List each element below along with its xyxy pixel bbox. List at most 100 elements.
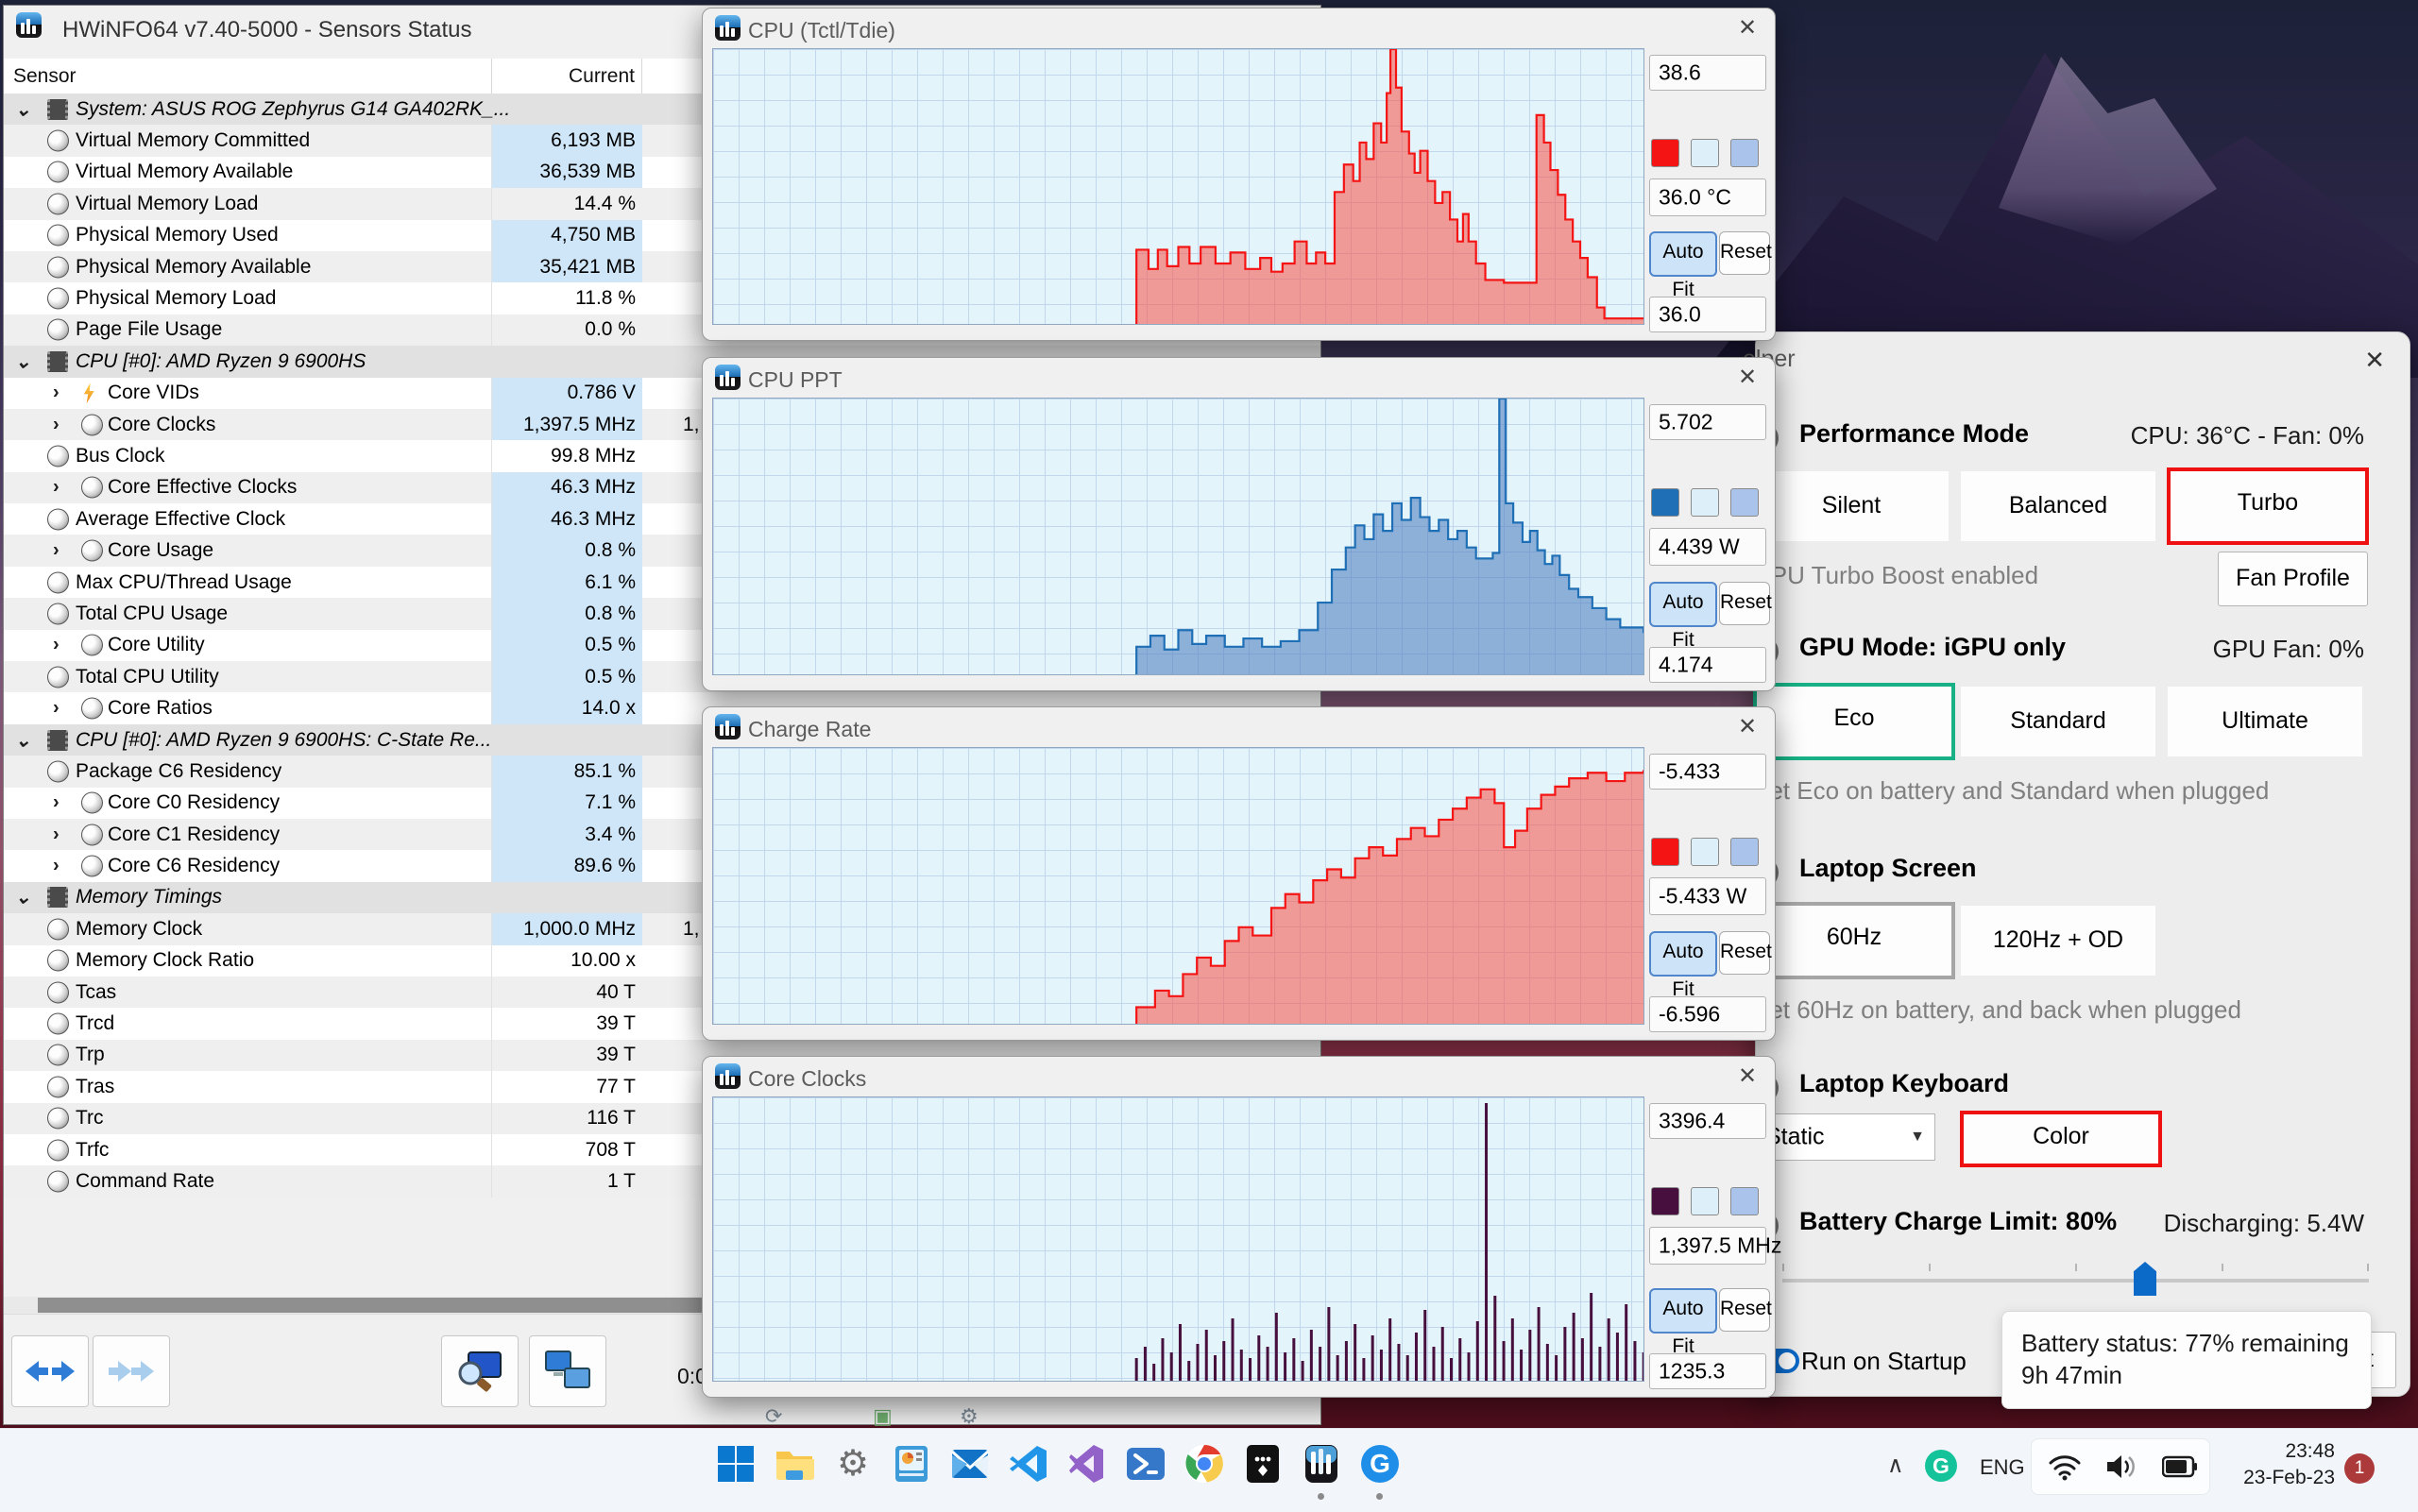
sensor-value: 3.4 % — [585, 824, 636, 846]
keyboard-color-button[interactable]: Color — [1960, 1111, 2162, 1167]
slider-handle[interactable] — [2134, 1262, 2156, 1296]
chevron-down-icon: ▼ — [1910, 1129, 1925, 1146]
background-color-swatch[interactable] — [1691, 1187, 1719, 1215]
autofit-button[interactable]: Auto Fit — [1649, 582, 1717, 627]
running-indicator — [1318, 1493, 1324, 1500]
settings-icon[interactable]: ⚙ — [831, 1442, 875, 1486]
notification-badge[interactable]: 1 — [2344, 1453, 2375, 1484]
autofit-button[interactable]: Auto Fit — [1649, 231, 1717, 277]
column-sensor[interactable]: Sensor — [13, 65, 77, 88]
gpu-ultimate-button[interactable]: Ultimate — [2167, 686, 2363, 757]
keyboard-mode-dropdown[interactable]: Static ▼ — [1753, 1113, 1935, 1161]
mail-icon[interactable] — [948, 1442, 992, 1486]
powershell-icon[interactable] — [1124, 1442, 1167, 1486]
system-tray-pill[interactable] — [2031, 1438, 2210, 1495]
sensor-value: 1,397.5 MHz — [523, 414, 636, 436]
grid-color-swatch[interactable] — [1730, 1187, 1759, 1215]
collapse-columns-button[interactable] — [93, 1335, 170, 1407]
min-column-fragment: 1, — [683, 918, 700, 941]
sensor-name: Trfc — [76, 1139, 109, 1162]
sensor-clock-icon — [47, 1108, 69, 1130]
expand-columns-button[interactable] — [11, 1335, 89, 1407]
chevron-right-icon[interactable]: › — [53, 382, 60, 404]
close-icon[interactable]: ✕ — [1733, 364, 1762, 392]
screen-120hz-button[interactable]: 120Hz + OD — [1960, 905, 2156, 977]
autofit-button[interactable]: Auto Fit — [1649, 1288, 1717, 1334]
grammarly-tray-icon[interactable]: G — [1925, 1450, 1957, 1482]
screen-60hz-button[interactable]: 60Hz — [1753, 902, 1955, 979]
series-color-swatch[interactable] — [1651, 139, 1679, 167]
graph-title: Core Clocks — [748, 1066, 866, 1092]
multi-screen-button[interactable] — [529, 1335, 606, 1407]
grid-color-swatch[interactable] — [1730, 838, 1759, 866]
start-icon[interactable] — [714, 1442, 758, 1486]
clock[interactable]: 23:48 23-Feb-23 — [2220, 1438, 2335, 1491]
graph-title: CPU PPT — [748, 367, 843, 393]
chevron-down-icon[interactable]: ⌄ — [15, 728, 31, 752]
sensor-value: 14.4 % — [574, 193, 636, 215]
explorer-icon[interactable] — [773, 1442, 816, 1486]
chevron-right-icon[interactable]: › — [53, 635, 60, 656]
slider-track[interactable] — [1782, 1279, 2369, 1283]
close-icon[interactable]: ✕ — [1733, 14, 1762, 42]
tray-chevron-up-icon[interactable]: ∧ — [1887, 1452, 1904, 1479]
sensor-clock-icon — [47, 950, 69, 972]
chevron-right-icon[interactable]: › — [53, 698, 60, 720]
battery-icon — [2162, 1455, 2198, 1478]
close-icon[interactable]: ✕ — [1733, 1062, 1762, 1091]
reset-button[interactable]: Reset — [1719, 1288, 1770, 1332]
close-icon[interactable]: ✕ — [1733, 713, 1762, 741]
chevron-down-icon[interactable]: ⌄ — [15, 886, 31, 909]
hwinfo-icon[interactable] — [1300, 1442, 1343, 1486]
series-color-swatch[interactable] — [1651, 488, 1679, 517]
perf-silent-button[interactable]: Silent — [1753, 470, 1950, 542]
series-color-swatch[interactable] — [1651, 1187, 1679, 1215]
screen-inspect-button[interactable] — [441, 1335, 519, 1407]
grid-color-swatch[interactable] — [1730, 488, 1759, 517]
chevron-right-icon[interactable]: › — [53, 856, 60, 877]
chevron-down-icon[interactable]: ⌄ — [15, 349, 31, 373]
chevron-right-icon[interactable]: › — [53, 824, 60, 845]
sensor-name: Core Clocks — [108, 414, 215, 436]
remote-app-icon[interactable] — [1241, 1442, 1285, 1486]
reset-button[interactable]: Reset — [1719, 582, 1770, 625]
perf-turbo-button[interactable]: Turbo — [2167, 467, 2369, 545]
g-helper-icon[interactable]: G — [1358, 1442, 1402, 1486]
reset-button[interactable]: Reset — [1719, 231, 1770, 275]
graph-max-value: 38.6 — [1649, 55, 1766, 91]
gpu-eco-button[interactable]: Eco — [1753, 683, 1955, 760]
sensor-name: Package C6 Residency — [76, 760, 281, 783]
visual-studio-icon[interactable] — [1065, 1442, 1109, 1486]
sensor-value: 36,539 MB — [539, 161, 636, 183]
turbo-boost-note: CPU Turbo Boost enabled — [1753, 561, 2038, 590]
series-color-swatch[interactable] — [1651, 838, 1679, 866]
chevron-right-icon[interactable]: › — [53, 477, 60, 499]
chevron-right-icon[interactable]: › — [53, 540, 60, 562]
sensor-value: 89.6 % — [574, 855, 636, 877]
section-label: System: ASUS ROG Zephyrus G14 GA402RK_..… — [76, 98, 510, 121]
battery-limit-slider[interactable] — [1782, 1262, 2369, 1300]
background-color-swatch[interactable] — [1691, 139, 1719, 167]
gpu-mode-heading: GPU Mode: iGPU only — [1799, 633, 2066, 662]
background-color-swatch[interactable] — [1691, 488, 1719, 517]
chrome-icon[interactable] — [1183, 1442, 1226, 1486]
system-monitor-icon[interactable] — [890, 1442, 933, 1486]
column-current[interactable]: Current — [491, 65, 635, 88]
chevron-right-icon[interactable]: › — [53, 414, 60, 435]
language-indicator[interactable]: ENG — [1980, 1455, 2025, 1480]
graph-window: Core Clocks✕3396.41,397.5 MHzAuto FitRes… — [702, 1056, 1776, 1398]
vscode-icon[interactable] — [1007, 1442, 1050, 1486]
close-icon[interactable]: ✕ — [2364, 346, 2385, 375]
chevron-down-icon[interactable]: ⌄ — [15, 97, 31, 121]
fan-profile-button[interactable]: Fan Profile — [2218, 552, 2368, 606]
reset-button[interactable]: Reset — [1719, 931, 1770, 975]
background-color-swatch[interactable] — [1691, 838, 1719, 866]
gpu-standard-button[interactable]: Standard — [1960, 686, 2156, 757]
sensor-value: 4,750 MB — [551, 224, 636, 246]
autofit-button[interactable]: Auto Fit — [1649, 931, 1717, 977]
chevron-right-icon[interactable]: › — [53, 792, 60, 814]
section-label: Memory Timings — [76, 886, 222, 909]
grid-color-swatch[interactable] — [1730, 139, 1759, 167]
sensor-clock-icon — [47, 225, 69, 246]
perf-balanced-button[interactable]: Balanced — [1960, 470, 2156, 542]
